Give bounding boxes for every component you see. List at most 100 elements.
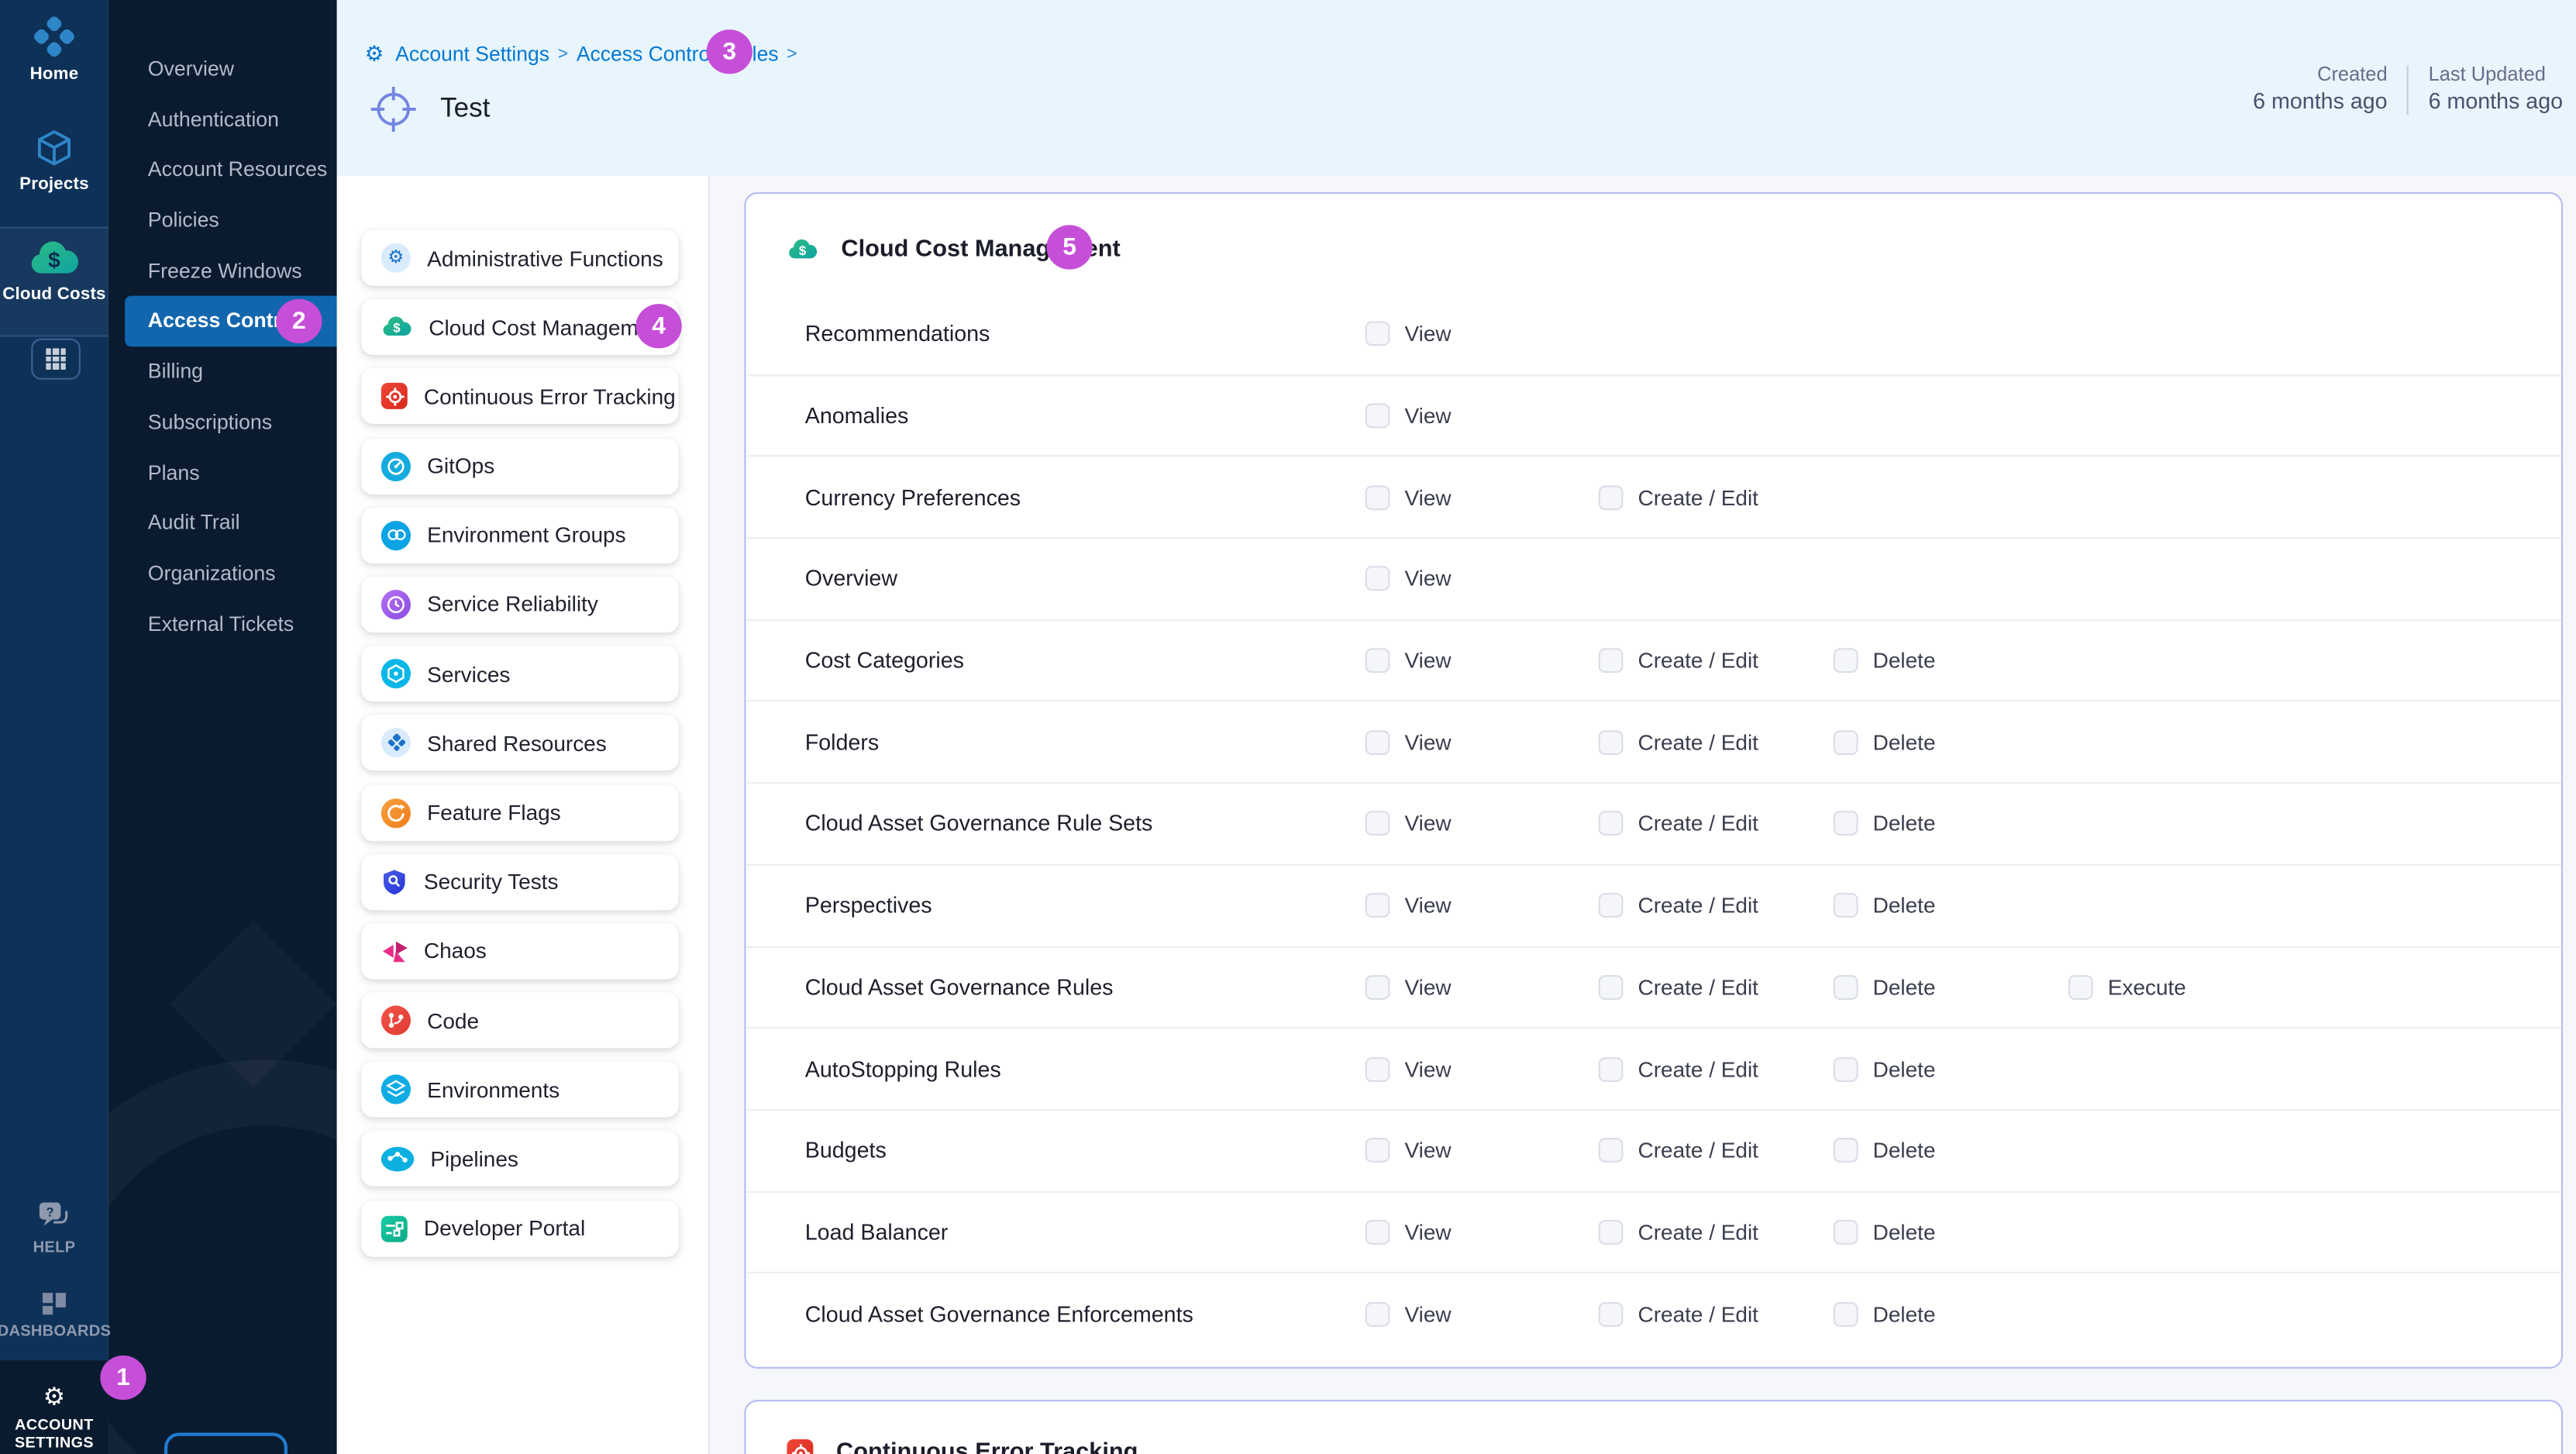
sidebar-item-overview[interactable]: Overview [108,44,337,95]
view-checkbox[interactable] [1365,811,1390,836]
delete-checkbox-cell[interactable]: Delete [1834,1138,1936,1163]
view-checkbox-cell[interactable]: View [1365,811,1452,836]
create-edit-checkbox[interactable] [1599,648,1624,673]
module-card-continuous-error-tracking[interactable]: Continuous Error Tracking [361,369,678,425]
create-edit-checkbox[interactable] [1599,1056,1624,1081]
execute-checkbox[interactable] [2068,975,2093,1000]
view-checkbox[interactable] [1365,567,1390,591]
rail-item-account-settings[interactable]: ⚙ ACCOUNT SETTINGS [0,1385,108,1451]
sidebar-item-audit-trail[interactable]: Audit Trail [108,498,337,549]
rail-item-home[interactable]: Home [0,16,108,84]
view-checkbox[interactable] [1365,1220,1390,1245]
sidebar-item-freeze-windows[interactable]: Freeze Windows [108,246,337,296]
create-edit-checkbox[interactable] [1599,730,1624,755]
breadcrumb-account-settings[interactable]: Account Settings [395,43,549,66]
create-edit-checkbox-cell[interactable]: Create / Edit [1599,975,1758,1000]
sidebar-item-organizations[interactable]: Organizations [108,549,337,599]
view-checkbox[interactable] [1365,1301,1390,1326]
delete-checkbox-cell[interactable]: Delete [1834,1056,1936,1081]
rail-item-projects[interactable]: Projects [0,128,108,194]
module-card-environments[interactable]: Environments [361,1062,678,1118]
delete-checkbox[interactable] [1834,648,1858,673]
view-checkbox-cell[interactable]: View [1365,485,1452,510]
view-checkbox[interactable] [1365,730,1390,755]
module-card-code[interactable]: Code [361,993,678,1049]
delete-checkbox[interactable] [1834,730,1858,755]
delete-checkbox-cell[interactable]: Delete [1834,648,1936,673]
module-card-feature-flags[interactable]: Feature Flags [361,784,678,840]
module-card-pipelines[interactable]: Pipelines [361,1131,678,1187]
create-edit-checkbox[interactable] [1599,1138,1624,1163]
sidebar-bottom-button[interactable] [164,1433,288,1454]
create-edit-checkbox-cell[interactable]: Create / Edit [1599,1301,1758,1326]
delete-checkbox[interactable] [1834,893,1858,918]
module-card-security-tests[interactable]: Security Tests [361,854,678,910]
sidebar-item-account-resources[interactable]: Account Resources [108,145,337,195]
view-checkbox[interactable] [1365,1138,1390,1163]
create-edit-checkbox-cell[interactable]: Create / Edit [1599,893,1758,918]
create-edit-checkbox[interactable] [1599,485,1624,510]
module-card-chaos[interactable]: Chaos [361,923,678,979]
create-edit-checkbox-cell[interactable]: Create / Edit [1599,1220,1758,1245]
rail-item-dashboards[interactable]: DASHBOARDS [0,1291,108,1341]
delete-checkbox-cell[interactable]: Delete [1834,1301,1936,1326]
sidebar-item-plans[interactable]: Plans [108,448,337,498]
create-edit-checkbox[interactable] [1599,1301,1624,1326]
view-checkbox[interactable] [1365,404,1390,429]
create-edit-checkbox[interactable] [1599,893,1624,918]
view-checkbox-cell[interactable]: View [1365,322,1452,346]
view-checkbox-cell[interactable]: View [1365,648,1452,673]
create-edit-checkbox-cell[interactable]: Create / Edit [1599,485,1758,510]
view-checkbox[interactable] [1365,893,1390,918]
delete-checkbox-cell[interactable]: Delete [1834,811,1936,836]
view-checkbox-cell[interactable]: View [1365,893,1452,918]
view-checkbox[interactable] [1365,975,1390,1000]
view-checkbox[interactable] [1365,648,1390,673]
sidebar-item-authentication[interactable]: Authentication [108,95,337,145]
module-card-administrative-functions[interactable]: ⚙ Administrative Functions [361,230,678,286]
create-edit-checkbox-cell[interactable]: Create / Edit [1599,730,1758,755]
module-card-services[interactable]: Services [361,646,678,701]
module-card-developer-portal[interactable]: Developer Portal [361,1201,678,1256]
view-checkbox-cell[interactable]: View [1365,730,1452,755]
rail-item-cloud-costs[interactable]: $ Cloud Costs [0,240,108,305]
delete-checkbox-cell[interactable]: Delete [1834,975,1936,1000]
view-checkbox[interactable] [1365,322,1390,346]
create-edit-checkbox[interactable] [1599,975,1624,1000]
rail-item-help[interactable]: ? HELP [0,1201,108,1257]
module-card-gitops[interactable]: GitOps [361,438,678,494]
delete-checkbox-cell[interactable]: Delete [1834,730,1936,755]
create-edit-checkbox-cell[interactable]: Create / Edit [1599,1138,1758,1163]
view-checkbox-cell[interactable]: View [1365,1301,1452,1326]
module-card-shared-resources[interactable]: Shared Resources [361,715,678,771]
delete-checkbox[interactable] [1834,811,1858,836]
delete-checkbox-cell[interactable]: Delete [1834,1220,1936,1245]
module-card-environment-groups[interactable]: Environment Groups [361,508,678,563]
view-checkbox-cell[interactable]: View [1365,975,1452,1000]
execute-checkbox-cell[interactable]: Execute [2068,975,2186,1000]
module-picker-button[interactable] [31,339,81,380]
module-card-cloud-cost-management[interactable]: $ Cloud Cost Management [361,299,678,355]
create-edit-checkbox[interactable] [1599,811,1624,836]
create-edit-checkbox-cell[interactable]: Create / Edit [1599,648,1758,673]
delete-checkbox[interactable] [1834,975,1858,1000]
create-edit-checkbox[interactable] [1599,1220,1624,1245]
view-checkbox-cell[interactable]: View [1365,404,1452,429]
sidebar-item-policies[interactable]: Policies [108,195,337,246]
view-checkbox-cell[interactable]: View [1365,1220,1452,1245]
view-checkbox-cell[interactable]: View [1365,1056,1452,1081]
create-edit-checkbox-cell[interactable]: Create / Edit [1599,1056,1758,1081]
view-checkbox-cell[interactable]: View [1365,1138,1452,1163]
delete-checkbox[interactable] [1834,1056,1858,1081]
create-edit-checkbox-cell[interactable]: Create / Edit [1599,811,1758,836]
sidebar-item-subscriptions[interactable]: Subscriptions [108,398,337,448]
delete-checkbox[interactable] [1834,1220,1858,1245]
delete-checkbox-cell[interactable]: Delete [1834,893,1936,918]
view-checkbox[interactable] [1365,1056,1390,1081]
sidebar-item-billing[interactable]: Billing [108,347,337,398]
view-checkbox[interactable] [1365,485,1390,510]
delete-checkbox[interactable] [1834,1138,1858,1163]
view-checkbox-cell[interactable]: View [1365,567,1452,591]
delete-checkbox[interactable] [1834,1301,1858,1326]
sidebar-item-external-tickets[interactable]: External Tickets [108,599,337,649]
